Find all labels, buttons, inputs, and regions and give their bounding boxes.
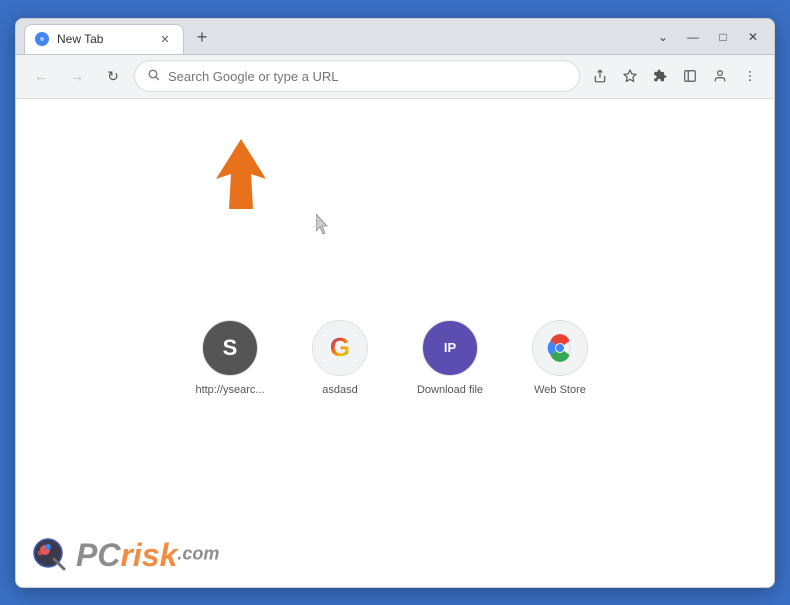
title-bar: New Tab ✕ + ⌄ — □ ✕ (16, 19, 774, 55)
watermark-risk: risk (120, 537, 177, 573)
collapse-button[interactable]: ⌄ (650, 24, 676, 50)
tab-strip: New Tab ✕ + (24, 24, 650, 54)
bookmark-icon-button[interactable] (616, 62, 644, 90)
new-tab-button[interactable]: + (188, 24, 216, 52)
menu-icon-button[interactable] (736, 62, 764, 90)
watermark-brand: PCrisk.com (76, 537, 219, 574)
ysearch-label: http://ysearc... (195, 384, 264, 396)
forward-button[interactable]: → (62, 61, 92, 91)
share-icon-button[interactable] (586, 62, 614, 90)
sidebar-icon-button[interactable] (676, 62, 704, 90)
shortcut-item-webstore[interactable]: Web Store (515, 320, 605, 396)
arrow-annotation (211, 139, 271, 209)
shortcut-item-download[interactable]: IP Download file (405, 320, 495, 396)
download-label: Download file (417, 384, 483, 396)
asdasd-label: asdasd (322, 384, 357, 396)
webstore-icon (532, 320, 588, 376)
watermark-pc: PC (76, 537, 120, 573)
cursor-annotation (316, 214, 334, 236)
toolbar: ← → ↻ (16, 55, 774, 99)
back-button[interactable]: ← (26, 61, 56, 91)
reload-button[interactable]: ↻ (98, 61, 128, 91)
webstore-label: Web Store (534, 384, 586, 396)
url-input[interactable] (168, 69, 567, 84)
ysearch-icon: S (202, 320, 258, 376)
window-controls: ⌄ — □ ✕ (650, 24, 766, 54)
page-content: S http://ysearc... G asdasd IP Download … (16, 99, 774, 587)
watermark: PCrisk.com (32, 537, 219, 575)
address-bar[interactable] (134, 60, 580, 92)
pcrisk-logo (32, 537, 70, 575)
toolbar-right-icons (586, 62, 764, 90)
profile-icon-button[interactable] (706, 62, 734, 90)
search-icon (147, 68, 160, 84)
shortcut-item-ysearch[interactable]: S http://ysearc... (185, 320, 275, 396)
maximize-button[interactable]: □ (710, 24, 736, 50)
shortcut-item-asdasd[interactable]: G asdasd (295, 320, 385, 396)
asdasd-icon: G (312, 320, 368, 376)
active-tab[interactable]: New Tab ✕ (24, 24, 184, 54)
minimize-button[interactable]: — (680, 24, 706, 50)
watermark-com: .com (177, 544, 219, 564)
tab-favicon (35, 32, 49, 46)
download-icon: IP (422, 320, 478, 376)
browser-window: New Tab ✕ + ⌄ — □ ✕ ← → ↻ (15, 18, 775, 588)
tab-title: New Tab (57, 32, 149, 46)
close-button[interactable]: ✕ (740, 24, 766, 50)
shortcuts-grid: S http://ysearc... G asdasd IP Download … (185, 320, 605, 396)
extension-icon-button[interactable] (646, 62, 674, 90)
tab-close-button[interactable]: ✕ (157, 31, 173, 47)
